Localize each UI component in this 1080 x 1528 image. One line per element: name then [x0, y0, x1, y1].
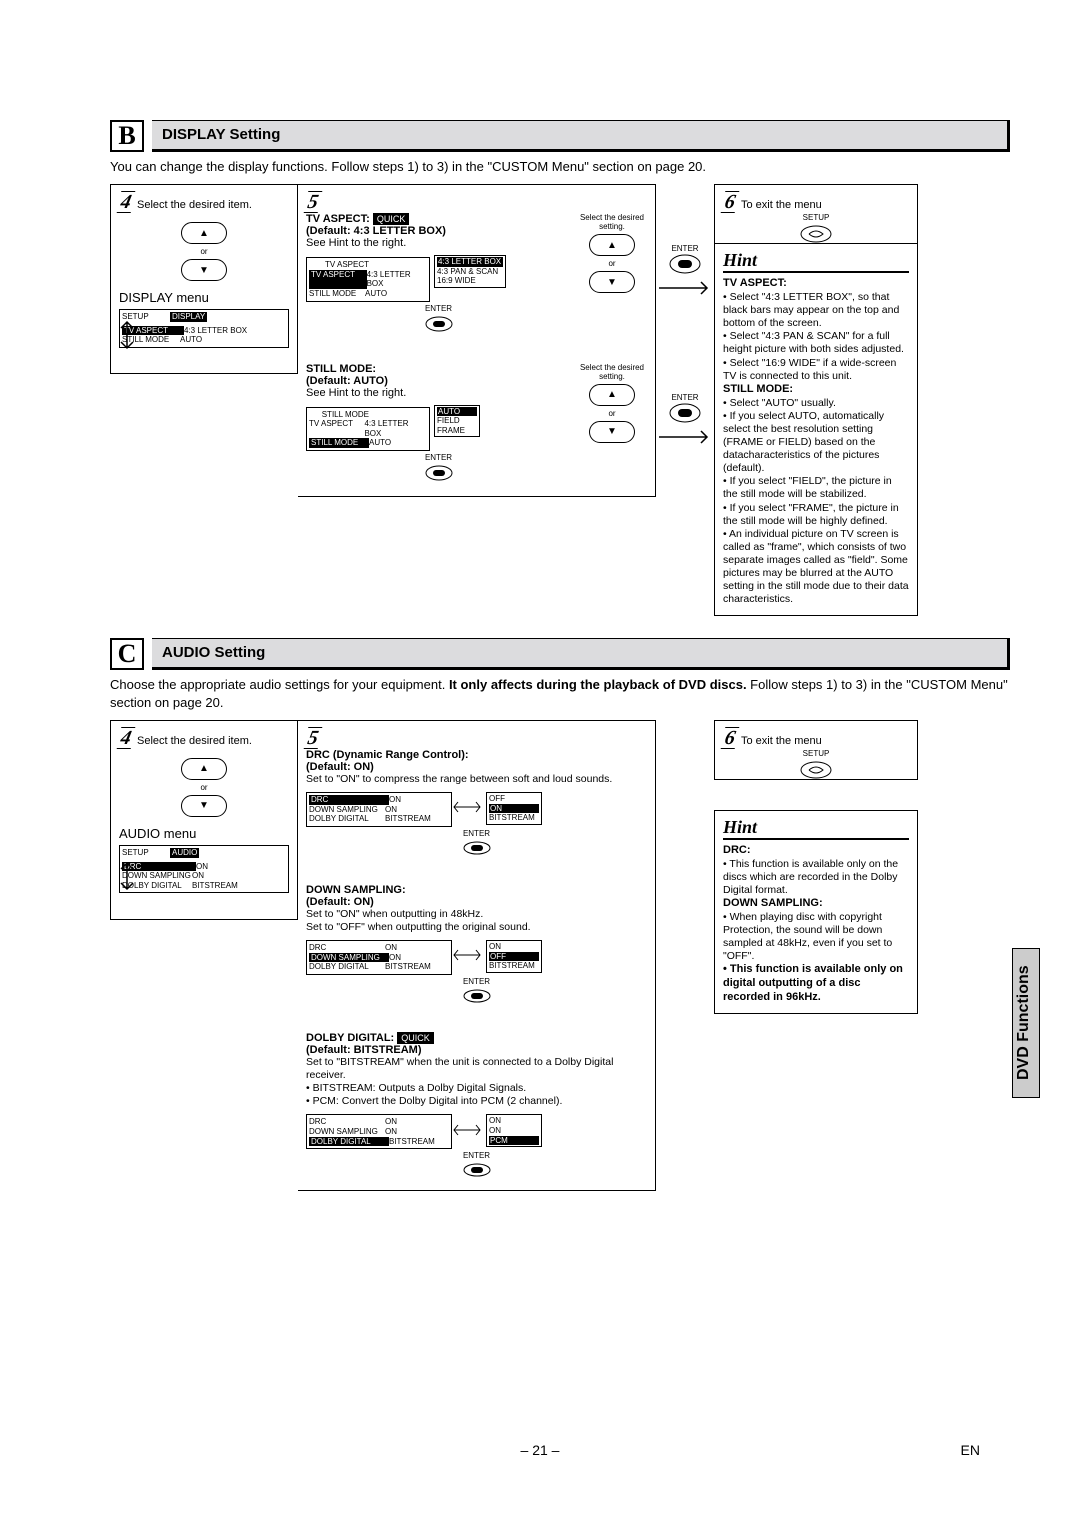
down-button[interactable]: ▼ — [589, 271, 635, 293]
up-button[interactable]: ▲ — [181, 222, 227, 244]
down-button[interactable]: ▼ — [181, 259, 227, 281]
enter-label: ENTER — [306, 304, 571, 313]
drc-default: (Default: ON) — [306, 761, 374, 773]
drc-desc: Set to "ON" to compress the range betwee… — [306, 773, 647, 786]
section-title-audio: AUDIO Setting — [152, 638, 1010, 670]
hint-title: Hint — [723, 250, 909, 273]
down-button[interactable]: ▼ — [589, 421, 635, 443]
hint-still-head: STILL MODE: — [723, 383, 793, 395]
lang-badge: EN — [961, 1442, 980, 1458]
display-menu-title: DISPLAY menu — [119, 290, 289, 305]
drc-label: DRC (Dynamic Range Control): — [306, 749, 469, 761]
dolby-label: DOLBY DIGITAL: — [306, 1032, 394, 1044]
audio-menu-box: SETUPAUDIO DRCON DOWN SAMPLINGON DOLBY D… — [119, 845, 289, 893]
step6-caption: To exit the menu — [741, 199, 822, 211]
tv-aspect-hintref: See Hint to the right. — [306, 237, 571, 249]
still-mode-default: (Default: AUTO) — [306, 375, 388, 387]
up-button[interactable]: ▲ — [589, 384, 635, 406]
tv-aspect-label: TV ASPECT: — [306, 213, 370, 225]
tv-aspect-default: (Default: 4:3 LETTER BOX) — [306, 225, 446, 237]
down-button[interactable]: ▼ — [181, 795, 227, 817]
up-button[interactable]: ▲ — [589, 234, 635, 256]
side-tab-dvd-functions: DVD Functions — [1012, 948, 1040, 1098]
dolby-default: (Default: BITSTREAM) — [306, 1044, 422, 1056]
audio-menu-title: AUDIO menu — [119, 826, 289, 841]
quick-tag: QUICK — [373, 213, 410, 225]
hint-drc-head: DRC: — [723, 844, 751, 856]
still-mode-hintref: See Hint to the right. — [306, 387, 571, 399]
section-title-display: DISPLAY Setting — [152, 120, 1010, 152]
display-menu-box: SETUPDISPLAY TV ASPECT4:3 LETTER BOX STI… — [119, 309, 289, 348]
page-number: – 21 – — [0, 1442, 1080, 1458]
hint-title-c: Hint — [723, 817, 909, 840]
down-label: DOWN SAMPLING: — [306, 884, 406, 896]
up-button[interactable]: ▲ — [181, 758, 227, 780]
hint-tv-aspect-head: TV ASPECT: — [723, 277, 787, 289]
section-c-intro: Choose the appropriate audio settings fo… — [110, 676, 1010, 712]
or-label: or — [200, 247, 207, 256]
section-letter-c: C — [110, 638, 144, 670]
step4-caption: Select the desired item. — [137, 199, 252, 211]
still-mode-label: STILL MODE: — [306, 363, 376, 375]
hint-down-head: DOWN SAMPLING: — [723, 897, 823, 909]
select-setting-text: Select the desired setting. — [577, 213, 647, 231]
section-letter-b: B — [110, 120, 144, 152]
down-default: (Default: ON) — [306, 896, 374, 908]
section-b-intro: You can change the display functions. Fo… — [110, 158, 1010, 176]
